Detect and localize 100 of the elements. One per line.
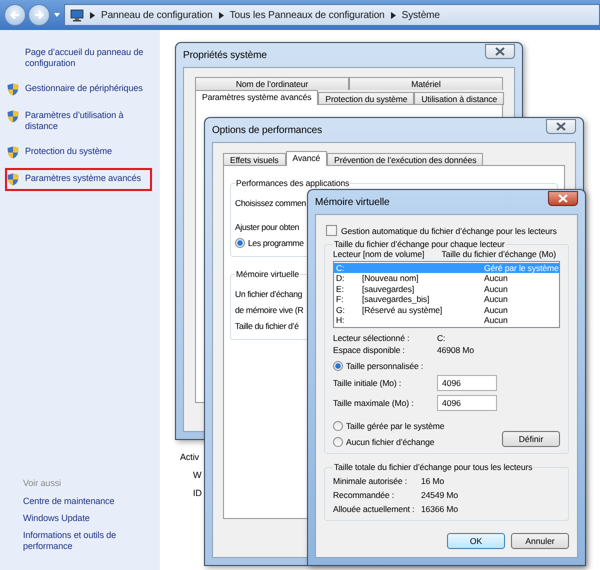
group-title: Performances des applications <box>235 178 350 188</box>
group-title: Mémoire virtuelle <box>235 269 300 279</box>
tab[interactable]: Matériel <box>349 77 503 90</box>
sidebar-link[interactable]: Windows Update <box>23 513 152 524</box>
input-field[interactable]: 4096 <box>437 375 497 392</box>
group-title: Taille du fichier d’échange pour chaque lecteur <box>333 239 506 249</box>
description-text: de mémoire vive (R <box>235 305 304 315</box>
info-label: Allouée actuellement : <box>333 504 416 514</box>
dialog-button[interactable]: Annuler <box>511 533 569 550</box>
info-value: 46908 Mo <box>437 345 476 356</box>
sidebar-link[interactable]: Centre de maintenance <box>23 496 152 507</box>
radio-button[interactable] <box>333 361 343 372</box>
drive-letter: G: <box>336 304 346 316</box>
info-label: Lecteur sélectionné : <box>333 333 410 344</box>
size-cell-text: Aucun <box>484 284 509 294</box>
volume-name: [Nouveau nom] <box>362 273 418 284</box>
field-label: Taille maximale (Mo) : <box>333 398 414 408</box>
list-row[interactable]: E: [sauvegardes] Aucun <box>334 284 559 294</box>
volume-name: [sauvegardes] <box>362 284 414 294</box>
chevron-icon <box>218 12 224 18</box>
size-cell-text: Aucun <box>484 304 509 316</box>
sidebar-link[interactable]: Paramètres système avancés <box>5 168 152 191</box>
drive-letter: F: <box>336 294 344 305</box>
sidebar-link[interactable]: Page d’accueil du panneau de configuration <box>5 42 152 74</box>
drive-letter: D: <box>336 273 346 284</box>
list-row[interactable]: F: [sauvegardes_bis] Aucun <box>334 294 559 305</box>
caret-icon[interactable] <box>54 13 60 17</box>
size-cell-text: Aucun <box>484 273 509 284</box>
info-label: ID <box>193 488 202 498</box>
close-button[interactable] <box>485 44 515 58</box>
volume-name: [Réservé au système] <box>362 304 442 315</box>
radio-label: Aucun fichier d’échange <box>346 437 434 448</box>
tab[interactable]: Effets visuels <box>223 153 286 166</box>
checkbox-label: Gestion automatique du fichier d’échange pour les lecteurs <box>341 226 557 236</box>
section-heading: Activ <box>180 452 200 462</box>
info-label: Recommandée : <box>333 490 396 500</box>
info-value: 16 Mo <box>421 476 446 486</box>
radio-button[interactable] <box>235 238 245 248</box>
sidebar-link[interactable]: Protection du système <box>5 141 152 164</box>
drive-letter: H: <box>336 315 346 326</box>
shield-icon <box>7 146 19 159</box>
radio-button[interactable] <box>333 421 343 432</box>
list-row[interactable]: D: [Nouveau nom] Aucun <box>334 273 559 284</box>
arrow-icon <box>33 9 45 21</box>
chevron-icon <box>90 12 95 18</box>
sidebar-link[interactable]: Informations et outils de performance <box>23 530 152 552</box>
breadcrumb-item[interactable]: Système <box>402 10 440 20</box>
info-label: W <box>193 470 202 480</box>
description-text: Ajuster pour obten <box>235 222 300 232</box>
checkbox[interactable] <box>326 225 337 236</box>
tab[interactable]: Nom de l’ordinateur <box>195 77 349 90</box>
info-value: 24549 Mo <box>421 490 460 500</box>
tab[interactable]: Paramètres système avancés <box>195 90 318 105</box>
dialog-button[interactable]: OK <box>447 533 505 550</box>
shield-icon <box>7 83 19 96</box>
tab[interactable]: Utilisation à distance <box>414 92 504 105</box>
close-button[interactable] <box>548 190 578 206</box>
close-icon <box>495 46 505 56</box>
breadcrumb-item[interactable]: Panneau de configuration <box>101 10 213 20</box>
close-button[interactable] <box>546 118 576 134</box>
radio-label: Taille gérée par le système <box>346 421 444 432</box>
radio-button[interactable] <box>333 437 343 448</box>
info-label: Minimale autorisée : <box>333 476 408 486</box>
sidebar-link[interactable]: Gestionnaire de périphériques <box>5 78 152 101</box>
window-title: Options de performances <box>212 124 322 136</box>
window-title: Propriétés système <box>183 50 267 60</box>
size-cell-text: Aucun <box>484 294 509 305</box>
close-icon <box>558 194 568 202</box>
breadcrumb-item[interactable]: Tous les Panneaux de configuration <box>230 10 385 20</box>
info-value: 16366 Mo <box>421 504 460 514</box>
section-title: Voir aussi <box>23 478 62 489</box>
radio-label: Les programme <box>248 238 304 248</box>
tab[interactable]: Avancé <box>286 151 328 166</box>
info-value: C: <box>437 333 446 344</box>
description-text: Choisissez commen <box>235 198 306 208</box>
drive-letter: C: <box>336 263 346 274</box>
shield-icon <box>7 173 19 186</box>
set-button[interactable]: Définir <box>502 431 560 448</box>
list-row[interactable]: G: [Réservé au système] Aucun <box>334 304 559 316</box>
back-button[interactable] <box>4 4 26 26</box>
radio-label: Taille personnalisée : <box>346 361 424 372</box>
window-title: Mémoire virtuelle <box>315 196 390 208</box>
forward-button[interactable] <box>28 4 50 26</box>
size-cell: Géré par le système <box>484 263 559 274</box>
tab[interactable]: Protection du système <box>318 92 414 105</box>
arrow-icon <box>9 9 21 21</box>
info-label: Espace disponible : <box>333 345 406 356</box>
list-row[interactable]: H: Aucun <box>334 315 559 326</box>
group-title: Taille totale du fichier d’échange pour tous les lecteurs <box>333 462 534 472</box>
description-text: Taille du fichier d’é <box>235 321 299 331</box>
drive-letter: E: <box>336 284 345 294</box>
address-bar[interactable]: Panneau de configuration Tous les Panneaux de configuration Système <box>64 4 600 26</box>
column-header: Taille du fichier d’échange (Mo) <box>442 249 556 259</box>
shield-icon <box>7 110 19 123</box>
monitor-icon <box>70 8 84 22</box>
close-icon <box>556 122 566 130</box>
sidebar-link[interactable]: Paramètres d’utilisation à distance <box>5 105 152 137</box>
tab[interactable]: Prévention de l’exécution des données <box>327 153 484 166</box>
chevron-icon <box>390 12 396 18</box>
input-field[interactable]: 4096 <box>437 395 497 412</box>
